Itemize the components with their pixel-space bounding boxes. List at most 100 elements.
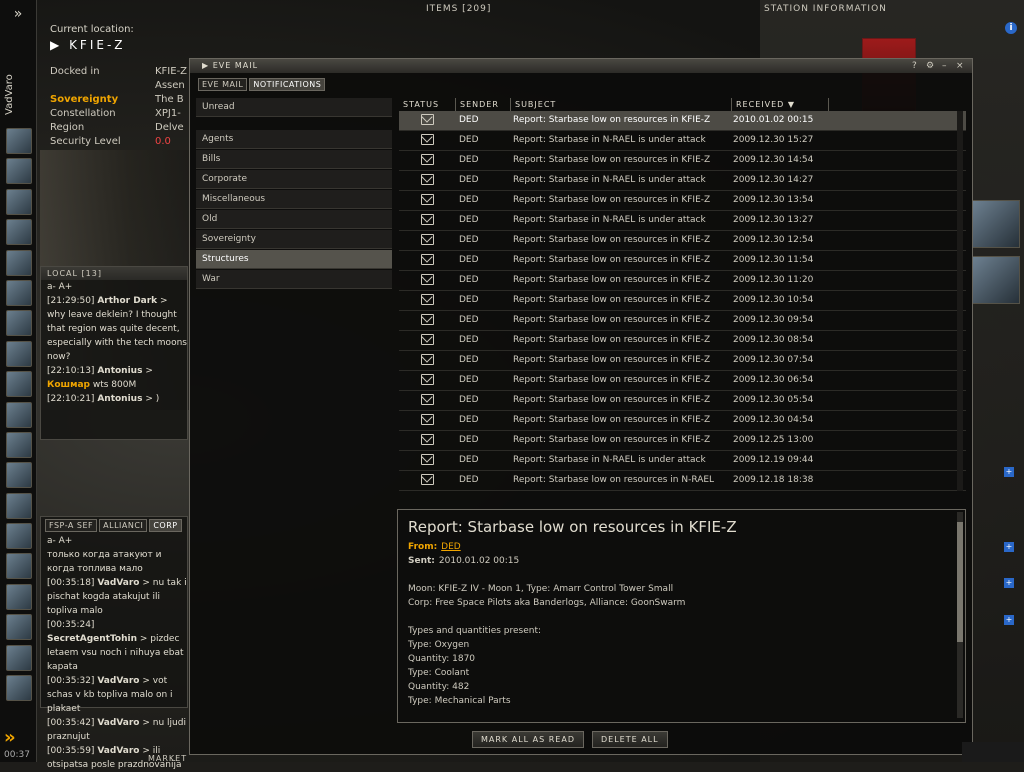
folder-unread[interactable]: Unread: [196, 98, 392, 117]
column-status[interactable]: STATUS: [399, 98, 456, 111]
sender-cell: DED: [459, 415, 479, 425]
contracts-icon[interactable]: [6, 279, 32, 306]
notification-list: STATUS SENDER SUBJECT RECEIVED ▼ DED Repo…: [399, 98, 966, 503]
preview-sent: Sent: 2010.01.02 00:15: [408, 556, 520, 566]
table-row[interactable]: DED Report: Starbase in N-RAEL is under a…: [399, 451, 966, 471]
people-places-icon[interactable]: [6, 158, 32, 185]
item-hangar-icon[interactable]: [6, 675, 32, 702]
add-icon[interactable]: +: [1004, 615, 1014, 625]
sender-link[interactable]: DED: [441, 542, 461, 552]
add-icon[interactable]: +: [1004, 542, 1014, 552]
tab-fsp[interactable]: FSP-A SEF: [45, 519, 98, 532]
preview-scrollbar[interactable]: [957, 512, 963, 718]
station-information-title[interactable]: STATION INFORMATION: [764, 4, 887, 14]
font-size-controls[interactable]: a- A+: [41, 280, 187, 294]
envelope-icon: [421, 114, 434, 125]
folder-sovereignty[interactable]: Sovereignty: [196, 230, 392, 249]
science-icon[interactable]: [6, 431, 32, 458]
character-name[interactable]: VadVaro: [4, 74, 15, 115]
table-row[interactable]: DED Report: Starbase low on resources in …: [399, 331, 966, 351]
info-icon[interactable]: i: [1005, 22, 1017, 34]
mail-tabs: EVE MAIL NOTIFICATIONS: [198, 78, 326, 91]
column-received[interactable]: RECEIVED ▼: [732, 98, 829, 111]
fitting-icon[interactable]: [6, 462, 32, 489]
table-row[interactable]: DED Report: Starbase in N-RAEL is under a…: [399, 131, 966, 151]
table-row[interactable]: DED Report: Starbase low on resources in …: [399, 111, 966, 131]
folder-miscellaneous[interactable]: Miscellaneous: [196, 190, 392, 209]
subject-cell: Report: Starbase in N-RAEL is under atta…: [513, 455, 706, 465]
sender-cell: DED: [459, 255, 479, 265]
table-row[interactable]: DED Report: Starbase low on resources in …: [399, 191, 966, 211]
table-row[interactable]: DED Report: Starbase low on resources in …: [399, 351, 966, 371]
table-row[interactable]: DED Report: Starbase low on resources in …: [399, 291, 966, 311]
list-header: STATUS SENDER SUBJECT RECEIVED ▼: [399, 98, 966, 111]
corporation-icon[interactable]: [6, 340, 32, 367]
mail-title-bar[interactable]: ▶ EVE MAIL ? ⚙ – ×: [190, 59, 972, 73]
mark-all-read-button[interactable]: MARK ALL AS READ: [472, 731, 584, 748]
fleet-icon[interactable]: [6, 523, 32, 550]
folder-bills[interactable]: Bills: [196, 150, 392, 169]
table-row[interactable]: DED Report: Starbase low on resources in …: [399, 251, 966, 271]
wallet-icon[interactable]: [6, 249, 32, 276]
map-icon[interactable]: [6, 219, 32, 246]
local-chat-title[interactable]: LOCAL [13]: [41, 267, 187, 280]
table-row[interactable]: DED Report: Starbase low on resources in …: [399, 311, 966, 331]
current-system[interactable]: ▶ KFIE-Z: [50, 38, 200, 52]
body-line: Type: Mechanical Parts: [408, 696, 511, 706]
close-icon[interactable]: ×: [956, 61, 964, 71]
table-row[interactable]: DED Report: Starbase low on resources in …: [399, 471, 966, 491]
received-cell: 2009.12.18 18:38: [733, 475, 814, 485]
minimize-icon[interactable]: –: [942, 61, 947, 71]
tab-notifications[interactable]: NOTIFICATIONS: [249, 78, 326, 91]
table-row[interactable]: DED Report: Starbase low on resources in …: [399, 371, 966, 391]
table-row[interactable]: DED Report: Starbase in N-RAEL is under a…: [399, 171, 966, 191]
eve-menu-icon[interactable]: »: [4, 727, 32, 748]
mail-icon[interactable]: [6, 188, 32, 215]
envelope-icon: [421, 414, 434, 425]
ship-hangar-icon[interactable]: [6, 644, 32, 671]
clone-bay-icon[interactable]: [972, 256, 1020, 304]
notepad-icon[interactable]: [6, 553, 32, 580]
table-row[interactable]: DED Report: Starbase low on resources in …: [399, 271, 966, 291]
expand-neocom-button[interactable]: »: [0, 0, 36, 28]
add-icon[interactable]: +: [1004, 467, 1014, 477]
table-row[interactable]: DED Report: Starbase low on resources in …: [399, 391, 966, 411]
character-sheet-icon[interactable]: [6, 128, 32, 154]
status-cell: [399, 131, 455, 150]
add-icon[interactable]: +: [1004, 578, 1014, 588]
repair-shop-icon[interactable]: [972, 200, 1020, 248]
assets-icon[interactable]: [6, 371, 32, 398]
delete-all-button[interactable]: DELETE ALL: [592, 731, 668, 748]
table-row[interactable]: DED Report: Starbase low on resources in …: [399, 431, 966, 451]
items-window-title[interactable]: ITEMS [209]: [426, 4, 491, 14]
table-row[interactable]: DED Report: Starbase in N-RAEL is under a…: [399, 211, 966, 231]
list-scrollbar[interactable]: [957, 111, 963, 491]
market-icon[interactable]: [6, 401, 32, 428]
font-size-controls[interactable]: a- A+: [41, 534, 187, 548]
location-row: Region Delve: [50, 122, 184, 133]
settings-icon[interactable]: ⚙: [926, 61, 934, 71]
folder-structures[interactable]: Structures: [196, 250, 392, 269]
table-row[interactable]: DED Report: Starbase low on resources in …: [399, 151, 966, 171]
folder-old[interactable]: Old: [196, 210, 392, 229]
help-icon[interactable]: [6, 614, 32, 641]
folder-agents[interactable]: Agents: [196, 130, 392, 149]
column-subject[interactable]: SUBJECT: [511, 98, 732, 111]
subject-cell: Report: Starbase low on resources in KFI…: [513, 355, 711, 365]
chat-message: [00:35:24] SecretAgentTohin > pizdec let…: [47, 620, 184, 672]
scanner-icon[interactable]: [6, 492, 32, 519]
browser-icon[interactable]: [6, 583, 32, 610]
help-icon[interactable]: ?: [912, 61, 917, 71]
local-chat-window: LOCAL [13] a- A+ [21:29:50] Arthor Dark …: [40, 266, 188, 440]
table-row[interactable]: DED Report: Starbase low on resources in …: [399, 231, 966, 251]
column-sender[interactable]: SENDER: [456, 98, 511, 111]
table-row[interactable]: DED Report: Starbase low on resources in …: [399, 411, 966, 431]
tab-alliance[interactable]: ALLIANCI: [99, 519, 148, 532]
folder-corporate[interactable]: Corporate: [196, 170, 392, 189]
tab-eve-mail[interactable]: EVE MAIL: [198, 78, 248, 91]
subject-cell: Report: Starbase low on resources in N-R…: [513, 475, 715, 485]
tab-corp[interactable]: CORP: [149, 519, 182, 532]
sender-cell: DED: [459, 115, 479, 125]
journal-icon[interactable]: [6, 310, 32, 337]
folder-war[interactable]: War: [196, 270, 392, 289]
